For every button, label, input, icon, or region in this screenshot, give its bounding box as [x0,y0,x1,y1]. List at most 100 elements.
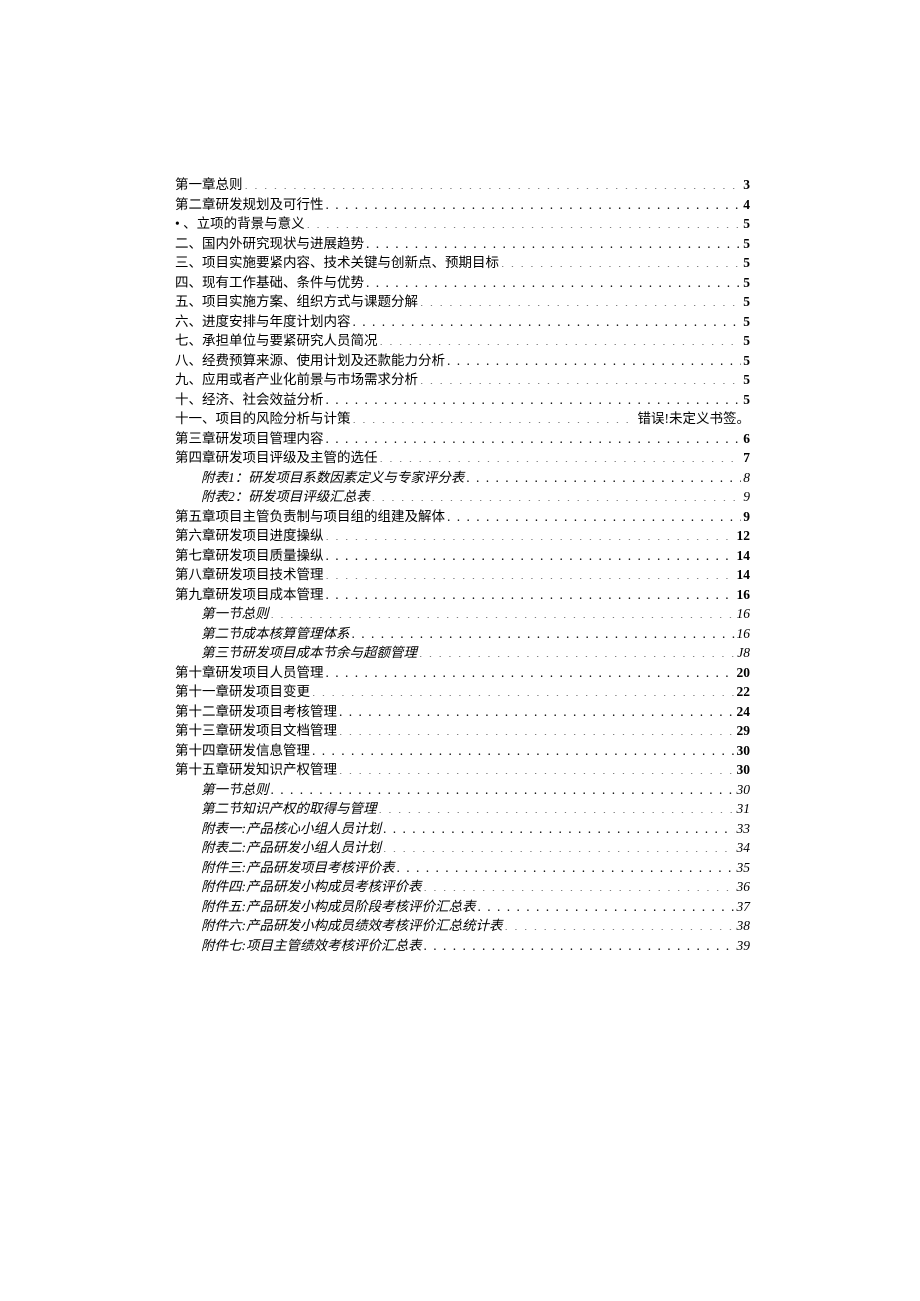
toc-leader-dots [422,936,735,950]
toc-entry-page: 12 [735,526,751,546]
toc-entry-page: 5 [741,273,750,293]
toc-entry: 第八章研发项目技术管理14 [175,565,750,585]
toc-leader-dots [378,332,742,346]
toc-entry-title: 附表一:产品核心小组人员计划 [201,819,381,839]
toc-entry: 第二节成本核算管理体系 16 [175,624,750,644]
toc-leader-dots [337,761,735,775]
toc-entry-page: 5 [741,351,750,371]
toc-entry: 十一、项目的风险分析与计策 错误!未定义书签。 [175,409,750,429]
toc-leader-dots [337,722,735,736]
toc-leader-dots [351,410,636,424]
toc-entry-title: 六、进度安排与年度计划内容 [175,312,351,332]
toc-entry: 附表2：研发项目评级汇总表9 [175,487,750,507]
toc-leader-dots [422,878,735,892]
toc-entry: 第三章研发项目管理内容 6 [175,429,750,449]
toc-entry: 四、现有工作基础、条件与优势5 [175,273,750,293]
toc-entry-title: 八、经费预算来源、使用计划及还款能力分析 [175,351,445,371]
toc-entry-page: 24 [735,702,751,722]
toc-entry-title: 十一、项目的风险分析与计策 [175,409,351,429]
toc-entry-page: 29 [735,721,751,741]
toc-leader-dots [305,215,742,229]
toc-leader-dots [310,741,735,755]
toc-entry: 五、项目实施方案、组织方式与课题分解 5 [175,292,750,312]
toc-leader-dots [377,800,735,814]
toc-entry: 第十章研发项目人员管理20 [175,663,750,683]
toc-entry: 第六章研发项目进度操纵12 [175,526,750,546]
toc-entry: 七、承担单位与要紧研究人员简况5 [175,331,750,351]
toc-entry-page: 5 [741,292,750,312]
toc-entry-page: 37 [735,897,751,917]
toc-entry: 第一节总则30 [175,780,750,800]
toc-entry-page: 4 [741,195,750,215]
toc-entry-page: 14 [735,546,751,566]
toc-entry: 附表1：研发项目系数因素定义与专家评分表 8 [175,468,750,488]
toc-entry: 第二章研发规划及可行性 4 [175,195,750,215]
toc-entry-page: 31 [735,799,751,819]
toc-entry-page: 35 [735,858,751,878]
toc-entry-page: 39 [735,936,751,956]
toc-entry-page: 16 [735,585,751,605]
toc-entry-page: 16 [735,624,751,644]
toc-leader-dots [476,897,735,911]
toc-entry: 二、国内外研究现状与进展趋势5 [175,234,750,254]
toc-entry-page: 5 [741,312,750,332]
toc-entry: 第十一章研发项目变更22 [175,682,750,702]
toc-entry: • 、立项的背景与意义5 [175,214,750,234]
toc-leader-dots [337,702,735,716]
toc-leader-dots [418,293,741,307]
toc-leader-dots [269,605,735,619]
toc-leader-dots [445,507,741,521]
toc-entry-title: 第九章研发项目成本管理 [175,585,324,605]
toc-leader-dots [351,312,742,326]
toc-entry: 八、经费预算来源、使用计划及还款能力分析 5 [175,351,750,371]
toc-entry-page: 33 [735,819,751,839]
toc-entry-title: 第十五章研发知识产权管理 [175,760,337,780]
toc-entry: 附件四:产品研发小构成员考核评价表36 [175,877,750,897]
toc-entry-page: 5 [741,253,750,273]
toc-leader-dots [324,585,735,599]
toc-entry: 附件五:产品研发小构成员阶段考核评价汇总表 37 [175,897,750,917]
toc-entry: 第九章研发项目成本管理 16 [175,585,750,605]
toc-entry-title: 第一节总则 [201,780,269,800]
toc-entry-page: 8 [741,468,750,488]
toc-leader-dots [243,176,742,190]
toc-entry-title: 第二章研发规划及可行性 [175,195,324,215]
toc-entry-title: 附件五:产品研发小构成员阶段考核评价汇总表 [201,897,476,917]
toc-entry-title: 第二节知识产权的取得与管理 [201,799,377,819]
toc-entry: 九、应用或者产业化前景与市场需求分析5 [175,370,750,390]
toc-leader-dots [381,839,735,853]
toc-entry-page: J8 [735,643,750,663]
toc-entry-page: 22 [735,682,751,702]
toc-entry-title: 五、项目实施方案、组织方式与课题分解 [175,292,418,312]
toc-entry-title: 第二节成本核算管理体系 [201,624,350,644]
toc-leader-dots [364,234,741,248]
toc-entry-page: 30 [735,760,751,780]
toc-entry: 第三节研发项目成本节余与超额管理J8 [175,643,750,663]
toc-leader-dots [395,858,735,872]
toc-entry-title: 附件六:产品研发小构成员绩效考核评价汇总统计表 [201,916,503,936]
toc-entry-title: 附件三:产品研发项目考核评价表 [201,858,395,878]
toc-entry: 第四章研发项目评级及主管的选任7 [175,448,750,468]
toc-entry-title: 第十四章研发信息管理 [175,741,310,761]
toc-entry: 十、经济、社会效益分析5 [175,390,750,410]
toc-entry-page: 6 [741,429,750,449]
toc-leader-dots [324,566,735,580]
toc-entry-page: 5 [741,390,750,410]
toc-entry-title: 附表1：研发项目系数因素定义与专家评分表 [201,468,464,488]
toc-entry: 第五章项目主管负责制与项目组的组建及解体9 [175,507,750,527]
toc-entry-page: 30 [735,741,751,761]
toc-leader-dots [310,683,735,697]
toc-leader-dots [324,429,742,443]
toc-leader-dots [445,351,741,365]
toc-entry: 附件六:产品研发小构成员绩效考核评价汇总统计表38 [175,916,750,936]
toc-entry-page: 错误!未定义书签。 [636,409,751,429]
toc-leader-dots [381,819,735,833]
toc-entry-title: 二、国内外研究现状与进展趋势 [175,234,364,254]
toc-entry-title: 第三章研发项目管理内容 [175,429,324,449]
toc-entry-page: 36 [735,877,751,897]
toc-entry-title: 第十三章研发项目文档管理 [175,721,337,741]
toc-entry-title: 附件七:项目主管绩效考核评价汇总表 [201,936,422,956]
toc-entry-page: 5 [741,331,750,351]
toc-entry-page: 9 [741,507,750,527]
toc-leader-dots [269,780,735,794]
